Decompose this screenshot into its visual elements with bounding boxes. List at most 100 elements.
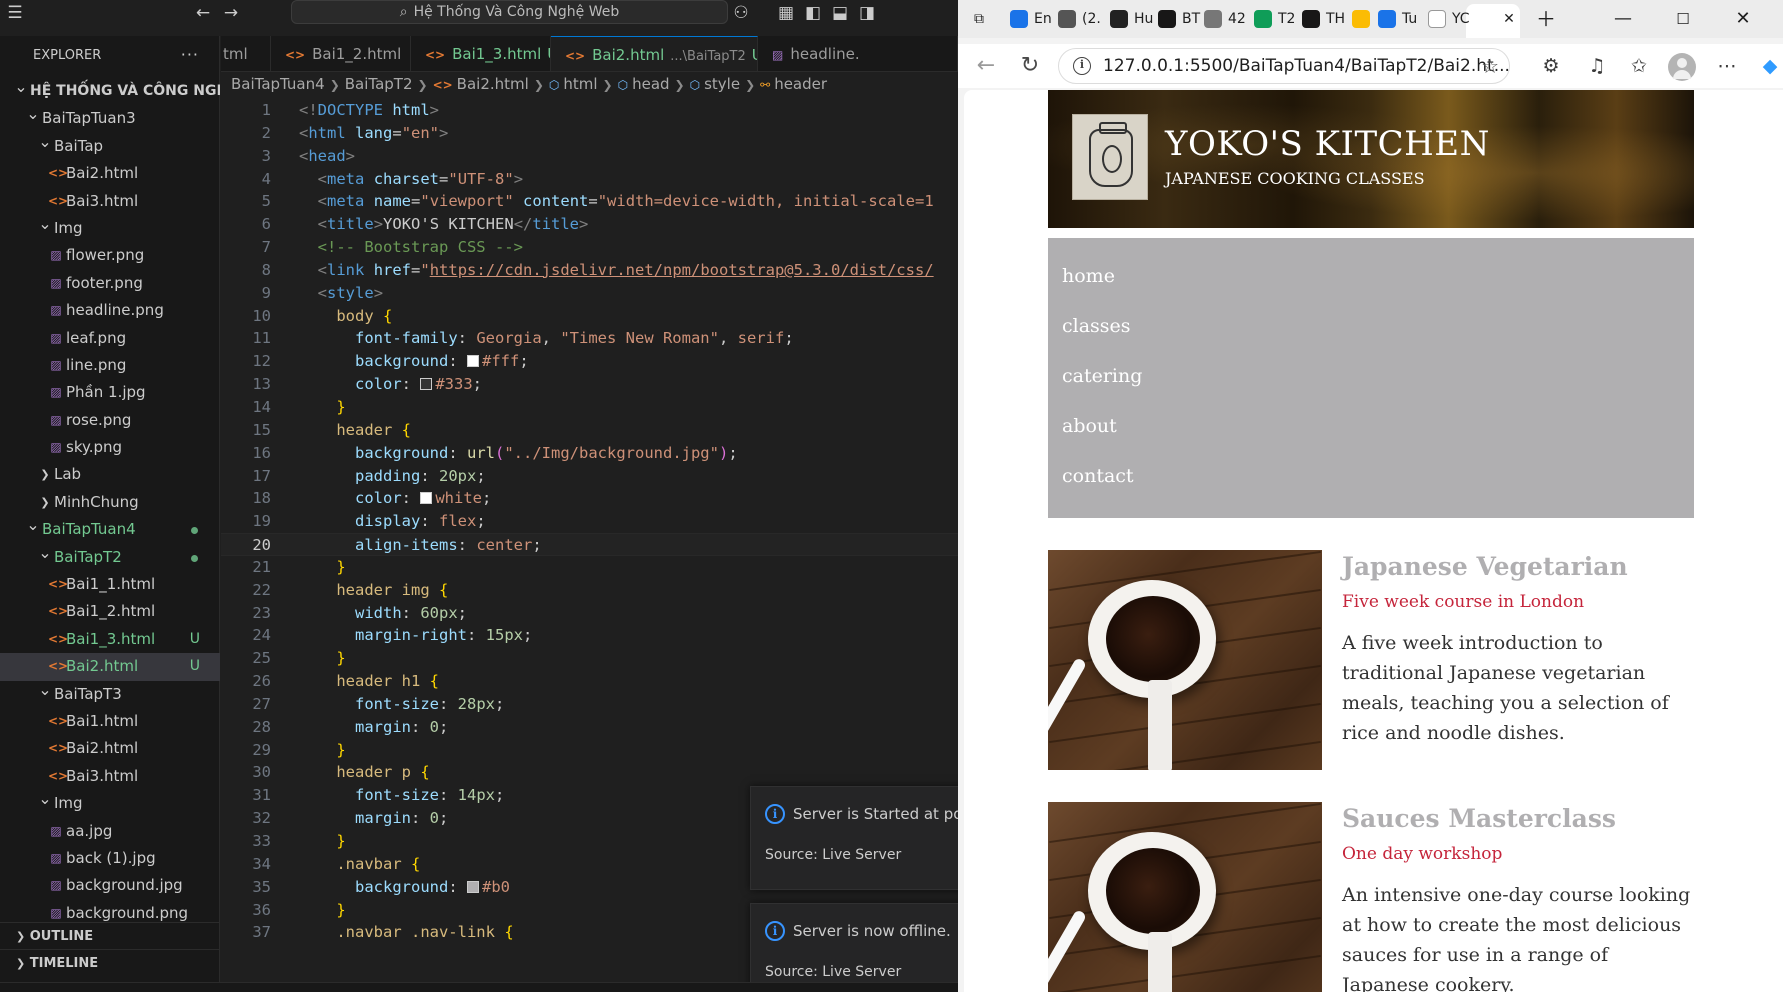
page-viewport[interactable]: YOKO'S KITCHEN JAPANESE COOKING CLASSES … bbox=[964, 90, 1783, 992]
code-line[interactable]: 12 background: #fff; bbox=[221, 350, 958, 373]
code-line[interactable]: 27 font-size: 28px; bbox=[221, 693, 958, 716]
browser-tab[interactable]: Hu bbox=[1110, 6, 1154, 32]
site-info-icon[interactable]: i bbox=[1073, 57, 1091, 75]
editor-tab[interactable]: <>Bai1_3.htmlU bbox=[411, 36, 551, 71]
browser-tab[interactable]: BT bbox=[1158, 6, 1202, 32]
copilot-icon[interactable]: ◆ bbox=[1756, 52, 1783, 80]
tree-file[interactable]: <> Bai2.html bbox=[0, 735, 220, 762]
code-line[interactable]: 30 header p { bbox=[221, 761, 958, 784]
code-line[interactable]: 25 } bbox=[221, 647, 958, 670]
browser-tab[interactable]: 42 bbox=[1204, 6, 1248, 32]
tree-file[interactable]: ▨ Phần 1.jpg bbox=[0, 379, 220, 406]
code-line[interactable]: 3 <head> bbox=[221, 145, 958, 168]
code-line[interactable]: 5 <meta name="viewport" content="width=d… bbox=[221, 190, 958, 213]
tree-file[interactable]: ▨ aa.jpg bbox=[0, 818, 220, 845]
code-line[interactable]: 13 color: #333; bbox=[221, 373, 958, 396]
code-line[interactable]: 23 width: 60px; bbox=[221, 602, 958, 625]
command-center-search[interactable]: ⌕ Hệ Thống Và Công Nghệ Web bbox=[291, 0, 728, 24]
forward-arrow-icon[interactable]: → bbox=[220, 2, 242, 24]
color-swatch-icon[interactable] bbox=[467, 880, 479, 893]
tree-file[interactable]: ▨ back (1).jpg bbox=[0, 845, 220, 872]
editor-tab[interactable]: ▨ headline. bbox=[758, 36, 958, 71]
color-swatch-icon[interactable] bbox=[420, 492, 433, 505]
browser-tab[interactable]: (2. bbox=[1058, 6, 1102, 32]
code-line[interactable]: 29 } bbox=[221, 739, 958, 762]
back-arrow-icon[interactable]: ← bbox=[192, 2, 214, 24]
address-bar[interactable]: i 127.0.0.1:5500/BaiTapTuan4/BaiTapT2/Ba… bbox=[1058, 48, 1510, 84]
reload-icon[interactable]: ↻ bbox=[1016, 52, 1044, 80]
outline-section[interactable]: ❯ OUTLINE bbox=[0, 922, 220, 949]
browser-tab[interactable]: YC bbox=[1428, 6, 1472, 32]
toggle-secondary-sidebar-icon[interactable]: ◨ bbox=[856, 2, 878, 24]
profile-avatar[interactable] bbox=[1668, 53, 1696, 81]
tree-file[interactable]: <> Bai3.html bbox=[0, 763, 220, 790]
code-line[interactable]: 2 <html lang="en"> bbox=[221, 122, 958, 145]
more-actions-icon[interactable]: ··· bbox=[181, 44, 199, 66]
code-line[interactable]: 22 header img { bbox=[221, 579, 958, 602]
tree-file[interactable]: <> Bai2.html bbox=[0, 160, 220, 187]
settings-more-icon[interactable]: ⋯ bbox=[1713, 52, 1741, 80]
tree-file[interactable]: <> Bai1.html bbox=[0, 708, 220, 735]
color-swatch-icon[interactable] bbox=[467, 355, 479, 368]
code-line[interactable]: 14 } bbox=[221, 396, 958, 419]
nav-link-contact[interactable]: contact bbox=[1048, 456, 1694, 506]
code-line[interactable]: 4 <meta charset="UTF-8"> bbox=[221, 168, 958, 191]
favorite-star-icon[interactable]: ☆ bbox=[1481, 49, 1499, 83]
tree-folder[interactable]: ⌄ BaiTapTuan4 bbox=[0, 516, 220, 543]
nav-link-home[interactable]: home bbox=[1048, 256, 1694, 306]
breadcrumb-item[interactable]: Bai2.html bbox=[457, 75, 529, 93]
color-swatch-icon[interactable] bbox=[420, 378, 433, 391]
timeline-section[interactable]: ❯ TIMELINE bbox=[0, 949, 220, 976]
tree-folder[interactable]: ⌄HỆ THỐNG VÀ CÔNG NGH... bbox=[0, 78, 220, 105]
editor-tab[interactable]: <>Bai2.html...\BaiTapT2U✕ bbox=[551, 36, 758, 71]
code-line[interactable]: 16 background: url("../Img/background.jp… bbox=[221, 442, 958, 465]
extensions-icon[interactable]: ⚙ bbox=[1537, 52, 1565, 80]
customize-layout-icon[interactable]: ▦ bbox=[775, 2, 797, 24]
toggle-panel-icon[interactable]: ⬓ bbox=[829, 2, 851, 24]
code-line[interactable]: 10 body { bbox=[221, 305, 958, 328]
browser-tab[interactable]: En bbox=[1010, 6, 1054, 32]
tree-folder[interactable]: ⌄ BaiTapT2 bbox=[0, 544, 220, 571]
editor-tab[interactable]: tml bbox=[221, 36, 271, 71]
browser-tab[interactable]: TH bbox=[1302, 6, 1346, 32]
tree-file[interactable]: ▨ headline.png bbox=[0, 297, 220, 324]
code-line[interactable]: 24 margin-right: 15px; bbox=[221, 624, 958, 647]
nav-link-classes[interactable]: classes bbox=[1048, 306, 1694, 356]
code-line[interactable]: 28 margin: 0; bbox=[221, 716, 958, 739]
tree-folder[interactable]: ⌄ BaiTap bbox=[0, 133, 220, 160]
browser-tab[interactable]: T2 bbox=[1254, 6, 1298, 32]
nav-link-about[interactable]: about bbox=[1048, 406, 1694, 456]
media-control-icon[interactable]: ♫ bbox=[1583, 52, 1611, 80]
tree-file[interactable]: <> Bai1_3.html U bbox=[0, 626, 220, 653]
breadcrumb-item[interactable]: BaiTapTuan4 bbox=[231, 75, 325, 93]
tree-file[interactable]: ▨ flower.png bbox=[0, 242, 220, 269]
back-icon[interactable]: ← bbox=[972, 52, 1000, 80]
code-line[interactable]: 18 color: white; bbox=[221, 487, 958, 510]
tree-file[interactable]: <> Bai1_1.html bbox=[0, 571, 220, 598]
tree-file[interactable]: ▨ line.png bbox=[0, 352, 220, 379]
tree-file[interactable]: ▨ leaf.png bbox=[0, 325, 220, 352]
code-line[interactable]: 11 font-family: Georgia, "Times New Roma… bbox=[221, 327, 958, 350]
breadcrumb-item[interactable]: BaiTapT2 bbox=[345, 75, 413, 93]
code-line[interactable]: 19 display: flex; bbox=[221, 510, 958, 533]
tree-folder[interactable]: ⌄ BaiTapTuan3 bbox=[0, 105, 220, 132]
tree-file[interactable]: ▨ background.jpg bbox=[0, 872, 220, 899]
code-line[interactable]: 21 } bbox=[221, 556, 958, 579]
menu-icon[interactable]: ☰ bbox=[4, 2, 26, 24]
editor-tab[interactable]: <> Bai1_2.html bbox=[271, 36, 411, 71]
code-line[interactable]: 17 padding: 20px; bbox=[221, 465, 958, 488]
favorites-icon[interactable]: ✩ bbox=[1625, 52, 1653, 80]
code-line[interactable]: 8 <link href="https://cdn.jsdelivr.net/n… bbox=[221, 259, 958, 282]
breadcrumb-item[interactable]: style bbox=[704, 75, 740, 93]
tree-folder[interactable]: ⌄ BaiTapT3 bbox=[0, 681, 220, 708]
breadcrumb-item[interactable]: html bbox=[563, 75, 597, 93]
tree-file[interactable]: <> Bai3.html bbox=[0, 188, 220, 215]
tree-file[interactable]: ▨ sky.png bbox=[0, 434, 220, 461]
maximize-icon[interactable]: ☐ bbox=[1663, 4, 1703, 34]
close-tab-icon[interactable]: ✕ bbox=[1496, 6, 1522, 32]
new-tab-icon[interactable]: ＋ bbox=[1533, 6, 1559, 32]
tree-file[interactable]: ▨ footer.png bbox=[0, 270, 220, 297]
close-window-icon[interactable]: ✕ bbox=[1723, 4, 1763, 34]
code-line[interactable]: 1 <!DOCTYPE html> bbox=[221, 99, 958, 122]
breadcrumb-item[interactable]: head bbox=[632, 75, 669, 93]
